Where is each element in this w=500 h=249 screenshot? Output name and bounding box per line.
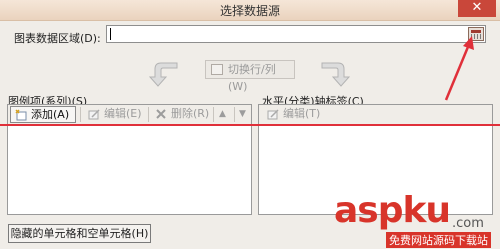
toolbar-divider	[213, 107, 214, 122]
move-down-button[interactable]: ▼	[236, 106, 252, 123]
legend-toolbar: 添加(A) 编辑(E) 删除(R) ▲ ▼	[8, 105, 251, 126]
switch-left-arrow-icon	[148, 62, 178, 87]
watermark-tagline: 免费网站源码下载站	[386, 232, 491, 248]
close-button[interactable]: ✕	[458, 0, 496, 17]
add-icon	[15, 109, 27, 121]
switch-right-arrow-icon	[321, 62, 351, 87]
annotation-arrow-icon	[444, 36, 474, 101]
legend-entries-panel: 添加(A) 编辑(E) 删除(R) ▲ ▼	[7, 104, 252, 215]
edit-icon	[88, 109, 100, 120]
edit-axis-labels-button[interactable]: 编辑(T)	[263, 106, 327, 123]
switch-row-column-button[interactable]: 切换行/列(W)	[205, 60, 295, 93]
delete-icon	[156, 109, 166, 119]
toolbar-divider	[148, 107, 149, 122]
watermark-logo: aspku	[334, 190, 451, 231]
edit-icon	[267, 109, 279, 120]
watermark-domain: .com	[452, 216, 484, 231]
add-series-label: 添加(A)	[31, 108, 70, 121]
toolbar-divider	[234, 107, 235, 122]
toolbar-divider	[80, 107, 81, 122]
edit-series-label: 编辑(E)	[104, 107, 142, 120]
move-up-button[interactable]: ▲	[216, 106, 232, 123]
title-bar: 选择数据源 ✕	[0, 0, 500, 21]
edit-series-button[interactable]: 编辑(E)	[84, 106, 146, 123]
edit-axis-labels-label: 编辑(T)	[283, 107, 321, 120]
switch-button-label: 切换行/列(W)	[228, 63, 276, 93]
add-series-button[interactable]: 添加(A)	[10, 106, 76, 123]
axis-toolbar: 编辑(T)	[259, 105, 492, 126]
switch-icon	[211, 64, 223, 75]
hidden-empty-cells-button[interactable]: 隐藏的单元格和空单元格(H)	[8, 224, 151, 243]
window-title: 选择数据源	[219, 4, 280, 18]
highlight-line	[0, 124, 500, 126]
delete-series-button[interactable]: 删除(R)	[151, 106, 211, 123]
delete-series-label: 删除(R)	[171, 107, 210, 120]
text-cursor	[110, 28, 111, 40]
chart-range-label: 图表数据区域(D):	[14, 32, 101, 45]
chart-range-input[interactable]	[106, 25, 486, 43]
site-watermark: aspku .com 免费网站源码下载站	[334, 190, 494, 248]
